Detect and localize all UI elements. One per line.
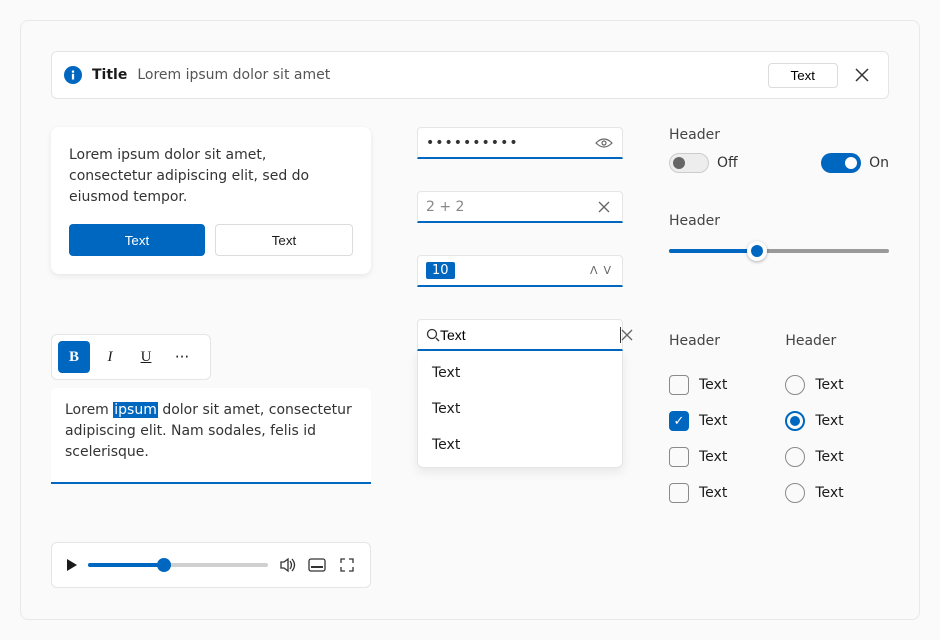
- infobar: Title Lorem ipsum dolor sit amet Text: [51, 51, 889, 99]
- expression-field[interactable]: 2 + 2: [417, 191, 623, 223]
- spin-down-button[interactable]: ᐯ: [600, 264, 614, 277]
- infobar-message: Lorem ipsum dolor sit amet: [137, 67, 767, 83]
- seek-slider[interactable]: [88, 563, 268, 567]
- radio-icon: [785, 447, 805, 467]
- slider-thumb[interactable]: [747, 241, 767, 261]
- dropdown-item[interactable]: Text: [418, 391, 622, 427]
- format-toolbar: B I U ···: [51, 334, 211, 380]
- bold-button[interactable]: B: [58, 341, 90, 373]
- dropdown-item[interactable]: Text: [418, 355, 622, 391]
- search-icon: [426, 325, 440, 345]
- underline-button[interactable]: U: [130, 341, 162, 373]
- radio-label: Text: [815, 413, 843, 429]
- checkbox-option[interactable]: Text: [669, 447, 727, 467]
- media-player: [51, 542, 371, 588]
- clear-icon[interactable]: [621, 325, 633, 345]
- radio-option[interactable]: Text: [785, 375, 843, 395]
- toggle-off[interactable]: [669, 153, 709, 173]
- spin-value: 10: [426, 262, 455, 279]
- clear-icon[interactable]: [594, 197, 614, 217]
- checkbox-label: Text: [699, 377, 727, 393]
- checkbox-icon: [669, 411, 689, 431]
- checkbox-option[interactable]: Text: [669, 375, 727, 395]
- infobar-title: Title: [92, 67, 127, 83]
- dropdown-item[interactable]: Text: [418, 427, 622, 463]
- checkbox-label: Text: [699, 413, 727, 429]
- radio-option[interactable]: Text: [785, 447, 843, 467]
- radio-label: Text: [815, 485, 843, 501]
- search-dropdown: Text Text Text: [417, 351, 623, 468]
- info-icon: [64, 66, 82, 84]
- password-masked: ••••••••••: [426, 135, 594, 151]
- toggle-on[interactable]: [821, 153, 861, 173]
- radio-icon: [785, 411, 805, 431]
- fullscreen-icon[interactable]: [336, 554, 358, 576]
- checkbox-option[interactable]: Text: [669, 483, 727, 503]
- expression-placeholder: 2 + 2: [426, 199, 594, 215]
- captions-icon[interactable]: [306, 554, 328, 576]
- volume-icon[interactable]: [276, 554, 298, 576]
- editor-selection: ipsum: [113, 402, 158, 418]
- spin-up-button[interactable]: ᐱ: [587, 264, 601, 277]
- checkbox-icon: [669, 447, 689, 467]
- radio-option[interactable]: Text: [785, 483, 843, 503]
- more-button[interactable]: ···: [166, 341, 198, 373]
- dialog-card: Lorem ipsum dolor sit amet, consectetur …: [51, 127, 371, 274]
- italic-button[interactable]: I: [94, 341, 126, 373]
- checkbox-option[interactable]: Text: [669, 411, 727, 431]
- slider-header: Header: [669, 213, 889, 229]
- checkbox-label: Text: [699, 485, 727, 501]
- card-primary-button[interactable]: Text: [69, 224, 205, 256]
- card-secondary-button[interactable]: Text: [215, 224, 353, 256]
- radio-label: Text: [815, 377, 843, 393]
- number-spin-field[interactable]: 10 ᐱ ᐯ: [417, 255, 623, 287]
- value-slider[interactable]: [669, 249, 889, 253]
- checkbox-header: Header: [669, 333, 727, 349]
- play-button[interactable]: [64, 557, 80, 573]
- editor-text: Lorem: [65, 402, 113, 418]
- search-combobox: Text Text Text: [417, 319, 623, 468]
- toggle-off-label: Off: [717, 155, 738, 171]
- password-field[interactable]: ••••••••••: [417, 127, 623, 159]
- radio-icon: [785, 483, 805, 503]
- close-icon[interactable]: [848, 61, 876, 89]
- card-body: Lorem ipsum dolor sit amet, consectetur …: [69, 145, 353, 208]
- radio-header: Header: [785, 333, 843, 349]
- checkbox-icon: [669, 483, 689, 503]
- rich-text-editor[interactable]: Lorem ipsum dolor sit amet, consectetur …: [51, 388, 371, 484]
- checkbox-icon: [669, 375, 689, 395]
- infobar-action-button[interactable]: Text: [768, 63, 838, 88]
- radio-icon: [785, 375, 805, 395]
- checkbox-label: Text: [699, 449, 727, 465]
- radio-option[interactable]: Text: [785, 411, 843, 431]
- radio-label: Text: [815, 449, 843, 465]
- toggle-on-label: On: [869, 155, 889, 171]
- reveal-password-icon[interactable]: [594, 133, 614, 153]
- search-input[interactable]: [440, 327, 621, 343]
- toggle-header: Header: [669, 127, 889, 143]
